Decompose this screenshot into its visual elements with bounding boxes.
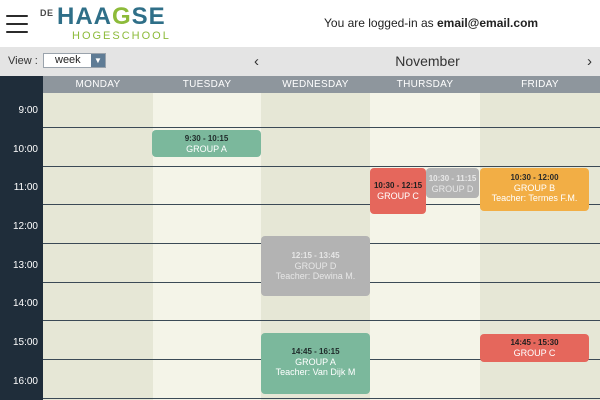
event-group: GROUP A — [295, 357, 336, 367]
day-header-thursday: THURSDAY — [370, 76, 480, 93]
day-header-tuesday: TUESDAY — [153, 76, 261, 93]
event-wednesday-group-a[interactable]: 14:45 - 16:15 GROUP A Teacher: Van Dijk … — [261, 333, 370, 394]
event-teacher: Teacher: Van Dijk M — [275, 367, 356, 377]
day-column-thursday[interactable] — [370, 93, 480, 400]
login-status: You are logged-in as email@email.com — [324, 16, 538, 30]
view-select[interactable]: week ▼ — [43, 53, 106, 68]
time-label: 14:00 — [12, 298, 38, 309]
day-header-friday: FRIDAY — [480, 76, 600, 93]
time-label: 11:00 — [13, 182, 38, 193]
time-label: 9:00 — [18, 105, 38, 116]
event-group: GROUP D — [431, 184, 474, 194]
event-time: 12:15 - 13:45 — [291, 251, 340, 260]
logo-wordmark: HAAGSE — [57, 3, 166, 31]
logo-wordmark-accent: G — [112, 3, 132, 30]
hour-line — [43, 127, 600, 128]
day-header-monday: MONDAY — [43, 76, 153, 93]
time-label: 12:00 — [12, 221, 38, 232]
event-tuesday-group-a[interactable]: 9:30 - 10:15 GROUP A — [152, 130, 261, 157]
event-thursday-group-d[interactable]: 10:30 - 11:15 GROUP D — [426, 168, 479, 198]
time-label: 13:00 — [12, 260, 38, 271]
logo-prefix: DE — [40, 8, 54, 18]
event-group: GROUP A — [186, 144, 227, 154]
menu-icon[interactable] — [6, 14, 28, 34]
logo-wordmark-part: HAA — [57, 3, 112, 30]
login-email: email@email.com — [436, 16, 539, 30]
event-thursday-group-c[interactable]: 10:30 - 12:15 GROUP C — [370, 168, 426, 214]
prev-month-button[interactable]: ‹ — [254, 53, 259, 70]
logo: DE HAAGSE HOGESCHOOL — [40, 3, 190, 43]
event-time: 14:45 - 16:15 — [291, 347, 340, 356]
app-header: DE HAAGSE HOGESCHOOL You are logged-in a… — [0, 0, 600, 47]
hour-line — [43, 320, 600, 321]
day-column-monday[interactable] — [43, 93, 153, 400]
logo-subtitle: HOGESCHOOL — [72, 30, 171, 42]
event-time: 14:45 - 15:30 — [510, 338, 559, 347]
menu-line — [6, 23, 28, 25]
time-label: 15:00 — [12, 337, 38, 348]
time-column-header — [0, 76, 43, 93]
event-group: GROUP D — [294, 261, 337, 271]
event-time: 10:30 - 11:15 — [428, 174, 477, 183]
event-wednesday-group-d[interactable]: 12:15 - 13:45 GROUP D Teacher: Dewina M. — [261, 236, 370, 296]
logo-wordmark-part: SE — [131, 3, 166, 30]
month-title: November — [395, 53, 460, 69]
day-header-wednesday: WEDNESDAY — [261, 76, 370, 93]
calendar-toolbar: View : week ▼ ‹ November › — [0, 47, 600, 76]
next-month-button[interactable]: › — [587, 53, 592, 70]
hour-line — [43, 398, 600, 399]
time-label: 10:00 — [12, 144, 38, 155]
event-friday-group-c[interactable]: 14:45 - 15:30 GROUP C — [480, 334, 589, 362]
event-group: GROUP B — [513, 183, 556, 193]
event-time: 9:30 - 10:15 — [184, 134, 229, 143]
event-teacher: Teacher: Termes F.M. — [491, 193, 578, 203]
event-group: GROUP C — [377, 191, 419, 201]
event-friday-group-b[interactable]: 10:30 - 12:00 GROUP B Teacher: Termes F.… — [480, 168, 589, 211]
login-prefix: You are logged-in as — [324, 16, 437, 30]
hour-line — [43, 166, 600, 167]
event-time: 10:30 - 12:00 — [510, 173, 559, 182]
view-label: View : — [8, 55, 38, 67]
chevron-down-icon: ▼ — [91, 54, 105, 67]
menu-line — [6, 31, 28, 33]
event-time: 10:30 - 12:15 — [373, 181, 423, 190]
time-label: 16:00 — [12, 376, 38, 387]
menu-line — [6, 15, 28, 17]
event-group: GROUP C — [513, 348, 556, 358]
event-teacher: Teacher: Dewina M. — [275, 271, 356, 281]
view-select-value: week — [55, 54, 81, 66]
time-column: 9:00 10:00 11:00 12:00 13:00 14:00 15:00… — [0, 76, 43, 400]
